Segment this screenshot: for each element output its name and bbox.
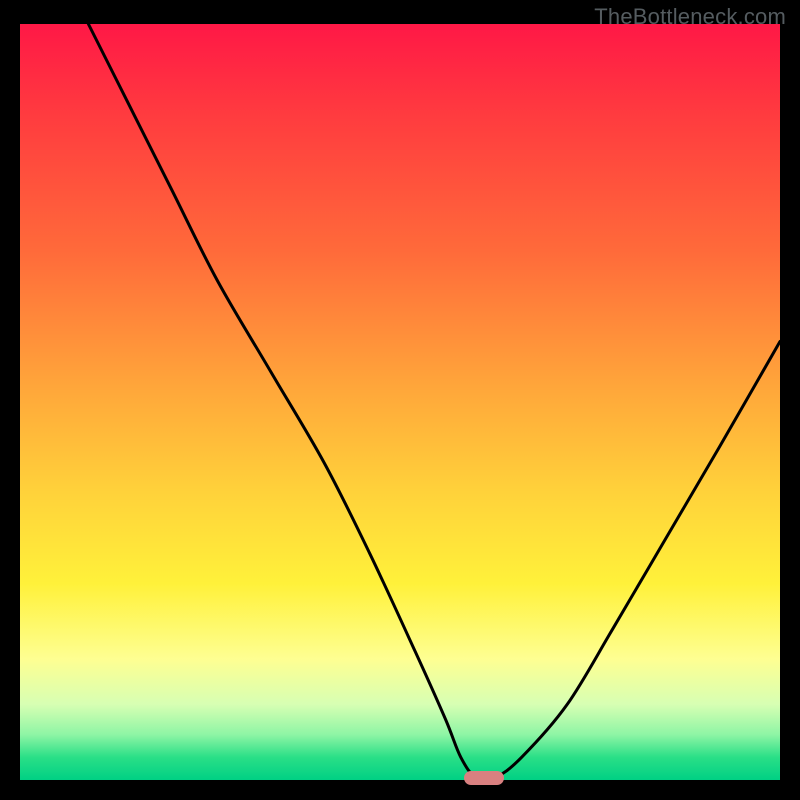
chart-frame: TheBottleneck.com <box>0 0 800 800</box>
curve-path <box>88 24 780 780</box>
bottleneck-curve <box>20 24 780 780</box>
plot-area <box>20 24 780 780</box>
minimum-marker <box>464 771 504 785</box>
